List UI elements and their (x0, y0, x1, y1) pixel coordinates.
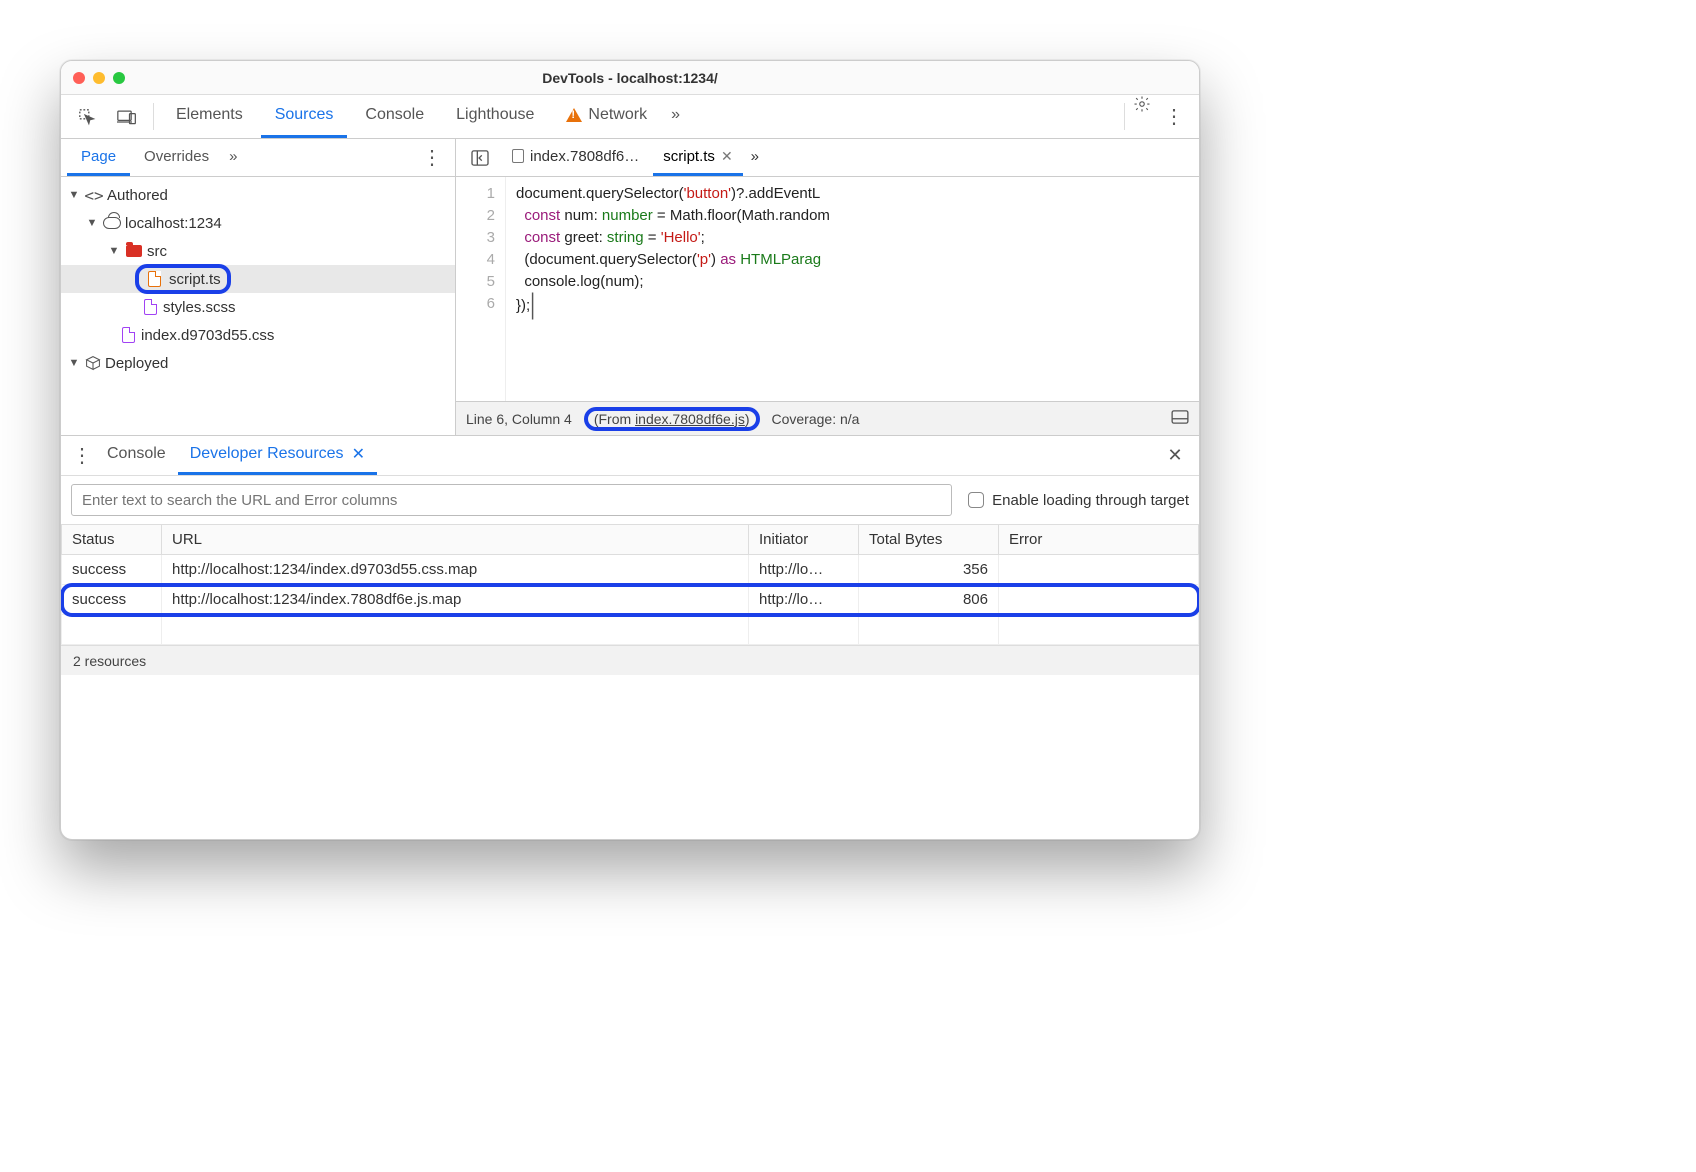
file-icon (122, 327, 135, 343)
navigator-tabs: Page Overrides » ⋮ (61, 139, 455, 177)
tree-folder-src[interactable]: ▼src (61, 237, 455, 265)
col-status[interactable]: Status (62, 525, 162, 555)
nav-tab-overrides[interactable]: Overrides (130, 139, 223, 176)
tree-authored[interactable]: ▼<>Authored (61, 181, 455, 209)
close-drawer-icon[interactable]: ✕ (1157, 436, 1193, 475)
folder-icon (126, 245, 142, 257)
checkbox-icon (968, 492, 984, 508)
sources-panel: Page Overrides » ⋮ ▼<>Authored ▼localhos… (61, 139, 1199, 435)
tree-deployed[interactable]: ▼Deployed (61, 349, 455, 377)
drawer-tabs: ⋮ Console Developer Resources✕ ✕ (61, 436, 1199, 476)
nav-tab-page[interactable]: Page (67, 139, 130, 176)
sourcemap-origin[interactable]: (From index.7808df6e.js) (584, 407, 760, 431)
tabs-overflow[interactable]: » (665, 95, 686, 138)
editor-tabs-overflow[interactable]: » (747, 139, 763, 176)
settings-icon[interactable] (1133, 95, 1151, 113)
drawer: ⋮ Console Developer Resources✕ ✕ Enable … (61, 435, 1199, 839)
editor-tab-script[interactable]: script.ts✕ (653, 139, 742, 176)
tab-console[interactable]: Console (351, 95, 438, 138)
tab-elements[interactable]: Elements (162, 95, 257, 138)
main-tabstrip: Elements Sources Console Lighthouse Netw… (61, 95, 1199, 139)
tab-lighthouse[interactable]: Lighthouse (442, 95, 548, 138)
inspect-icon[interactable] (69, 95, 105, 138)
file-tree: ▼<>Authored ▼localhost:1234 ▼src script.… (61, 177, 455, 435)
toggle-navigator-icon[interactable] (462, 139, 498, 176)
resources-search-input[interactable] (71, 484, 952, 516)
file-icon (148, 271, 161, 287)
editor-tab-index[interactable]: index.7808df6… (502, 139, 649, 176)
drawer-footer: 2 resources (61, 645, 1199, 675)
cloud-icon (103, 217, 121, 229)
col-url[interactable]: URL (162, 525, 749, 555)
warning-icon (566, 108, 582, 122)
drawer-more-icon[interactable]: ⋮ (67, 436, 95, 475)
toggle-bottom-icon[interactable] (1171, 410, 1189, 427)
navigator-more-icon[interactable]: ⋮ (413, 139, 449, 176)
resources-table: Status URL Initiator Total Bytes Error s… (61, 524, 1199, 645)
table-row[interactable]: successhttp://localhost:1234/index.7808d… (62, 585, 1199, 615)
table-row[interactable]: successhttp://localhost:1234/index.d9703… (62, 555, 1199, 585)
line-gutter: 123456 (456, 177, 506, 401)
tab-network[interactable]: Network (552, 95, 661, 138)
code-editor[interactable]: 123456 document.querySelector('button')?… (456, 177, 1199, 401)
close-tab-icon[interactable]: ✕ (721, 148, 733, 165)
tab-sources[interactable]: Sources (261, 95, 348, 138)
device-toggle-icon[interactable] (109, 95, 145, 138)
devtools-window: DevTools - localhost:1234/ Elements Sour… (60, 60, 1200, 840)
drawer-tab-console[interactable]: Console (95, 436, 178, 475)
col-error[interactable]: Error (999, 525, 1199, 555)
tree-file-script[interactable]: script.ts (61, 265, 455, 293)
tree-file-styles[interactable]: styles.scss (61, 293, 455, 321)
titlebar: DevTools - localhost:1234/ (61, 61, 1199, 95)
file-icon (512, 149, 524, 163)
col-initiator[interactable]: Initiator (749, 525, 859, 555)
editor-tabs: index.7808df6… script.ts✕ » (456, 139, 1199, 177)
code-content: document.querySelector('button')?.addEve… (506, 177, 830, 401)
editor-pane: index.7808df6… script.ts✕ » 123456 docum… (456, 139, 1199, 435)
table-row-empty (62, 615, 1199, 645)
window-title: DevTools - localhost:1234/ (61, 70, 1199, 86)
navigator-pane: Page Overrides » ⋮ ▼<>Authored ▼localhos… (61, 139, 456, 435)
close-tab-icon[interactable]: ✕ (352, 444, 365, 464)
editor-statusbar: Line 6, Column 4 (From index.7808df6e.js… (456, 401, 1199, 435)
tree-host[interactable]: ▼localhost:1234 (61, 209, 455, 237)
enable-target-checkbox[interactable]: Enable loading through target (968, 492, 1189, 509)
nav-tabs-overflow[interactable]: » (223, 139, 243, 176)
drawer-tab-devresources[interactable]: Developer Resources✕ (178, 436, 377, 475)
table-header-row: Status URL Initiator Total Bytes Error (62, 525, 1199, 555)
cursor-position: Line 6, Column 4 (466, 411, 572, 427)
drawer-toolbar: Enable loading through target (61, 476, 1199, 524)
cube-icon (85, 355, 101, 371)
col-bytes[interactable]: Total Bytes (859, 525, 999, 555)
more-menu-icon[interactable]: ⋮ (1155, 95, 1191, 138)
file-icon (144, 299, 157, 315)
coverage-status: Coverage: n/a (772, 411, 860, 427)
tree-file-index-css[interactable]: index.d9703d55.css (61, 321, 455, 349)
